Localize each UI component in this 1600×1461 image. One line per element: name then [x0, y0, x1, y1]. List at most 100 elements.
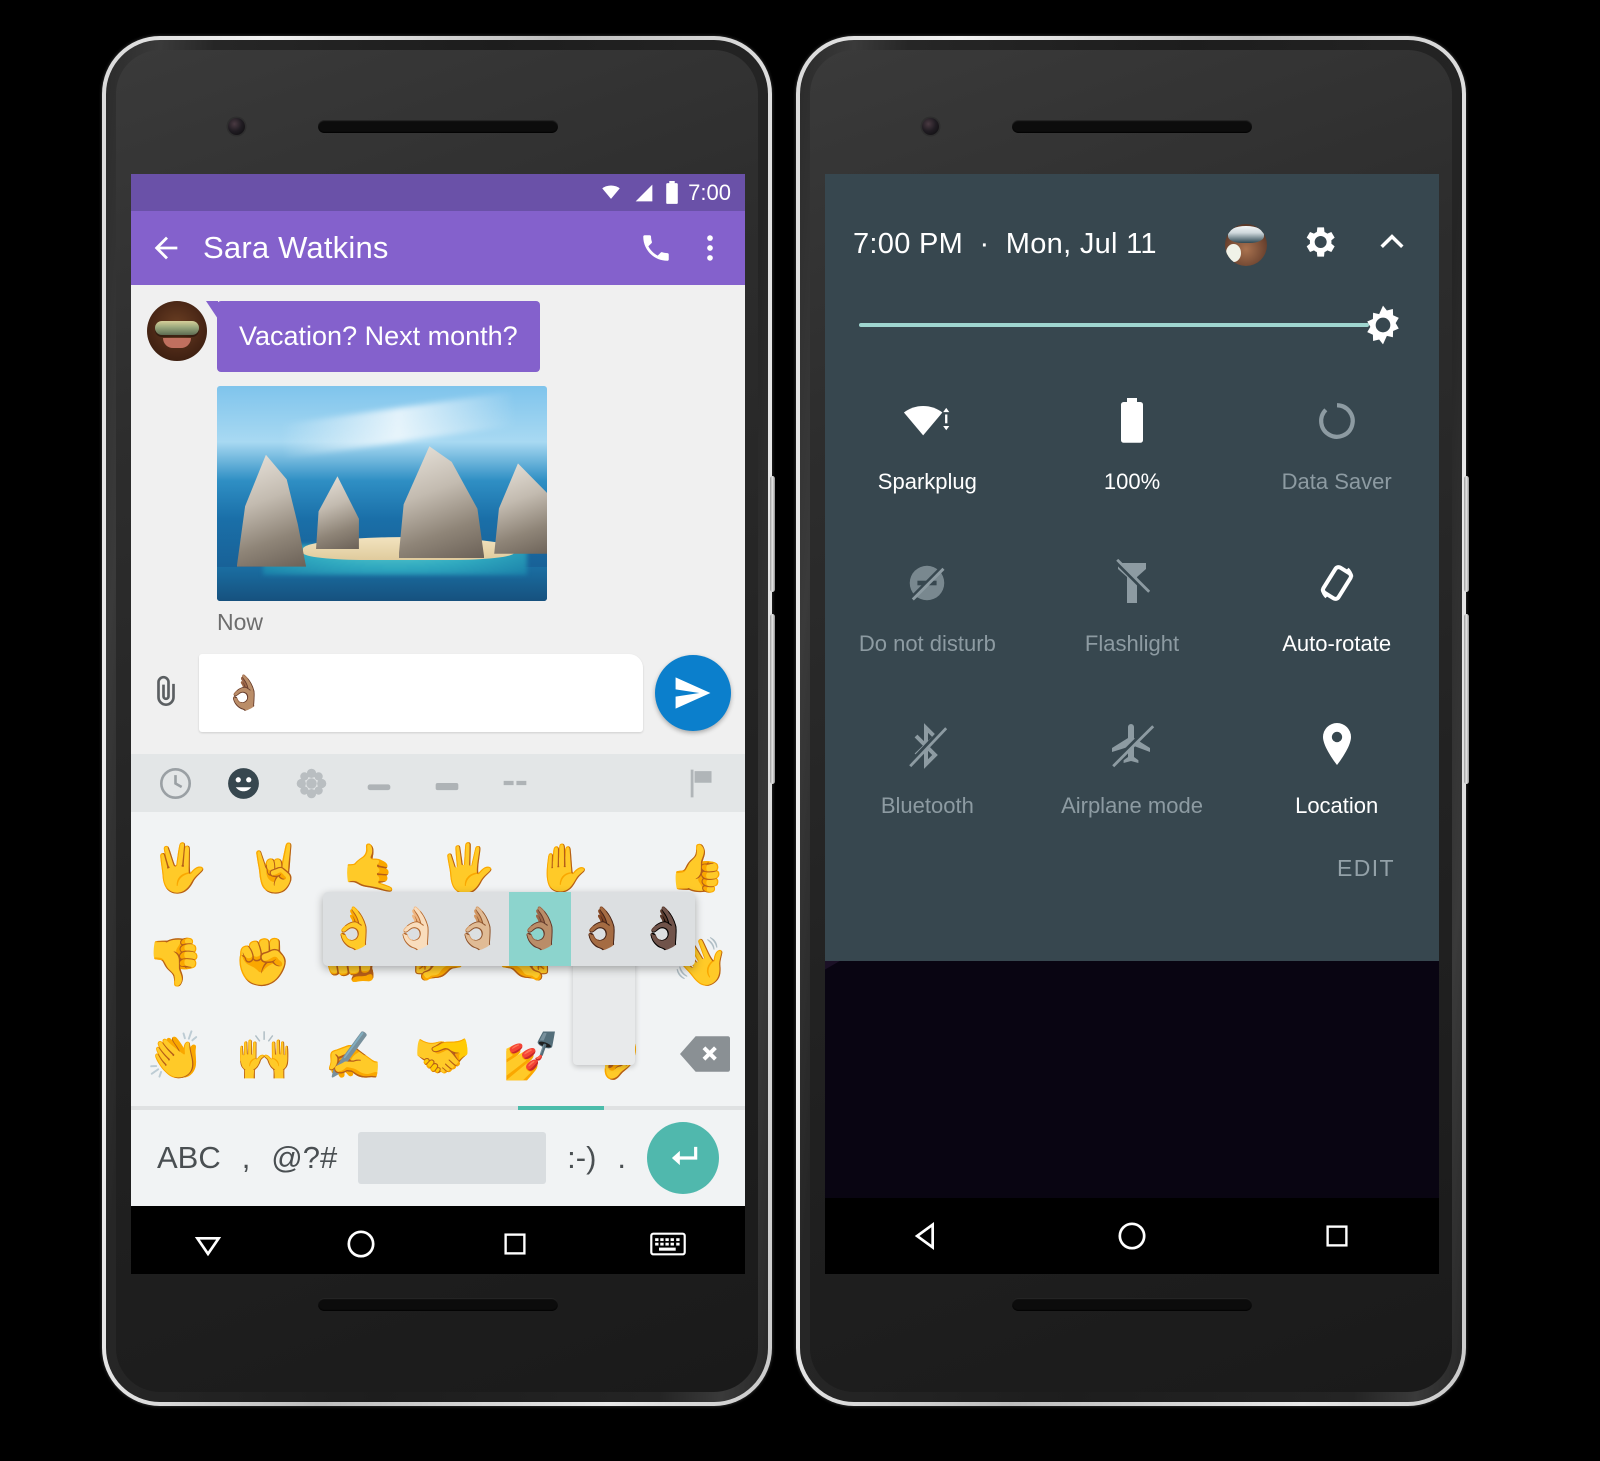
- tile-bluetooth[interactable]: Bluetooth: [825, 717, 1030, 819]
- left-phone-device: 7:00 Sara Watkins Vacation? Next month?: [102, 36, 775, 1406]
- keyboard-bottom-row: ABC , @?# :-) .: [131, 1110, 745, 1206]
- space-key[interactable]: [358, 1132, 547, 1184]
- volume-button[interactable]: [770, 614, 775, 784]
- emoji-key[interactable]: ✊: [233, 938, 292, 985]
- backspace-key[interactable]: [679, 1032, 730, 1079]
- nav-recents-button[interactable]: [438, 1229, 592, 1259]
- message-composer: 👌🏽: [131, 636, 745, 754]
- skin-tone-popup: 👌 👌🏻 👌🏼 👌🏽 👌🏾 👌🏿: [323, 892, 695, 966]
- volume-button[interactable]: [1464, 614, 1469, 784]
- emoticon-key[interactable]: :-): [567, 1140, 596, 1176]
- symbols-key[interactable]: @?#: [271, 1140, 337, 1176]
- emoji-key[interactable]: ✋: [534, 844, 593, 891]
- emoji-key[interactable]: 🤝: [413, 1032, 472, 1079]
- tile-do-not-disturb[interactable]: Do not disturb: [825, 555, 1030, 657]
- emoji-scroll-indicator[interactable]: [131, 1106, 745, 1110]
- tile-data-saver[interactable]: Data Saver: [1234, 393, 1439, 495]
- comma-key[interactable]: ,: [242, 1140, 251, 1176]
- emoji-key[interactable]: 👏: [146, 1032, 205, 1079]
- enter-key[interactable]: [646, 1122, 719, 1194]
- emoji-tab-nature[interactable]: [277, 765, 345, 802]
- signal-icon: [635, 184, 653, 201]
- arrow-back-icon[interactable]: [149, 231, 183, 265]
- status-time: 7:00: [688, 179, 731, 205]
- emoji-key[interactable]: 🤘: [246, 844, 305, 891]
- smiley-face-icon: [227, 767, 259, 799]
- user-avatar-icon[interactable]: [1225, 223, 1267, 266]
- nav-home-button[interactable]: [285, 1227, 439, 1261]
- skin-tone-option[interactable]: 👌🏿: [633, 892, 695, 966]
- more-vert-icon[interactable]: [693, 231, 727, 265]
- emoji-key[interactable]: 🖖: [150, 844, 209, 891]
- skin-tone-option[interactable]: 👌🏼: [447, 892, 509, 966]
- gear-icon: [1306, 227, 1335, 257]
- skin-tone-option[interactable]: 👌🏻: [385, 892, 447, 966]
- flashlight-icon: [1114, 555, 1150, 611]
- message-bubble[interactable]: Vacation? Next month?: [206, 301, 540, 372]
- emoji-key[interactable]: 🖐: [438, 844, 497, 891]
- attach-button[interactable]: [145, 673, 187, 713]
- tile-battery[interactable]: 100%: [1030, 393, 1235, 495]
- tile-location[interactable]: Location: [1234, 717, 1439, 819]
- brightness-icon[interactable]: [1361, 303, 1405, 347]
- emoji-key[interactable]: 👍: [668, 844, 727, 891]
- emoji-tab-recent[interactable]: [141, 765, 209, 802]
- nav-back-button[interactable]: [825, 1219, 1030, 1253]
- do-not-disturb-icon: [904, 555, 950, 611]
- message-input[interactable]: 👌🏽: [199, 654, 643, 732]
- app-bar: Sara Watkins: [131, 211, 745, 285]
- nav-keyboard-button[interactable]: [592, 1230, 746, 1258]
- collapse-button[interactable]: [1373, 223, 1411, 266]
- brightness-track[interactable]: [859, 323, 1369, 327]
- emoji-tab-symbols[interactable]: [481, 766, 549, 800]
- period-key[interactable]: .: [617, 1140, 626, 1176]
- recent-clock-icon: [159, 767, 191, 799]
- power-button[interactable]: [1464, 476, 1469, 592]
- settings-button[interactable]: [1299, 222, 1339, 267]
- emoji-key[interactable]: 🙌: [235, 1032, 294, 1079]
- home-circle-icon: [1118, 1222, 1146, 1250]
- quick-settings-header: 7:00 PM · Mon, Jul 11: [825, 174, 1439, 267]
- qs-time: 7:00 PM: [853, 228, 964, 260]
- tile-label: Location: [1295, 793, 1379, 818]
- emoji-key[interactable]: 👎: [146, 938, 205, 985]
- back-triangle-icon: [915, 1222, 935, 1250]
- tile-airplane-mode[interactable]: Airplane mode: [1030, 717, 1235, 819]
- recents-square-icon: [504, 1233, 526, 1255]
- home-circle-icon: [347, 1230, 375, 1258]
- phone-icon[interactable]: [639, 231, 673, 265]
- front-camera-icon: [922, 118, 939, 135]
- nav-back-button[interactable]: [131, 1227, 285, 1261]
- emoji-key[interactable]: 🤙: [342, 844, 401, 891]
- tile-sparkplug[interactable]: Sparkplug: [825, 393, 1030, 495]
- edit-row: EDIT: [825, 819, 1439, 882]
- nav-home-button[interactable]: [1030, 1219, 1235, 1253]
- skin-tone-option[interactable]: 👌: [323, 892, 385, 966]
- send-button[interactable]: [655, 655, 731, 731]
- emoji-tab-activity[interactable]: [413, 766, 481, 800]
- emoji-tab-food[interactable]: [345, 766, 413, 800]
- message-photo[interactable]: [217, 386, 547, 601]
- battery-icon: [1119, 393, 1145, 449]
- transport-icon: [435, 783, 459, 791]
- edit-tiles-button[interactable]: EDIT: [1337, 855, 1395, 882]
- wifi-icon: [902, 393, 952, 449]
- emoji-tab-flags[interactable]: [667, 765, 735, 802]
- emoji-tab-smileys[interactable]: [209, 765, 277, 802]
- brightness-slider[interactable]: [825, 267, 1439, 347]
- emoji-key[interactable]: 💅: [502, 1032, 561, 1079]
- status-bar: 7:00: [131, 174, 745, 211]
- tile-label: Sparkplug: [877, 469, 977, 494]
- airplane-off-icon: [1108, 717, 1156, 773]
- tile-flashlight[interactable]: Flashlight: [1030, 555, 1235, 657]
- emoji-key[interactable]: ✍️: [324, 1032, 383, 1079]
- power-button[interactable]: [770, 476, 775, 592]
- skin-tone-option[interactable]: 👌🏾: [571, 892, 633, 966]
- earpiece-speaker: [318, 120, 558, 133]
- tile-auto-rotate[interactable]: Auto-rotate: [1234, 555, 1439, 657]
- abc-key[interactable]: ABC: [157, 1140, 221, 1176]
- qs-date: Mon, Jul 11: [1005, 228, 1157, 260]
- food-icon: [367, 784, 391, 791]
- skin-tone-option-selected[interactable]: 👌🏽: [509, 892, 571, 966]
- nav-recents-button[interactable]: [1234, 1221, 1439, 1251]
